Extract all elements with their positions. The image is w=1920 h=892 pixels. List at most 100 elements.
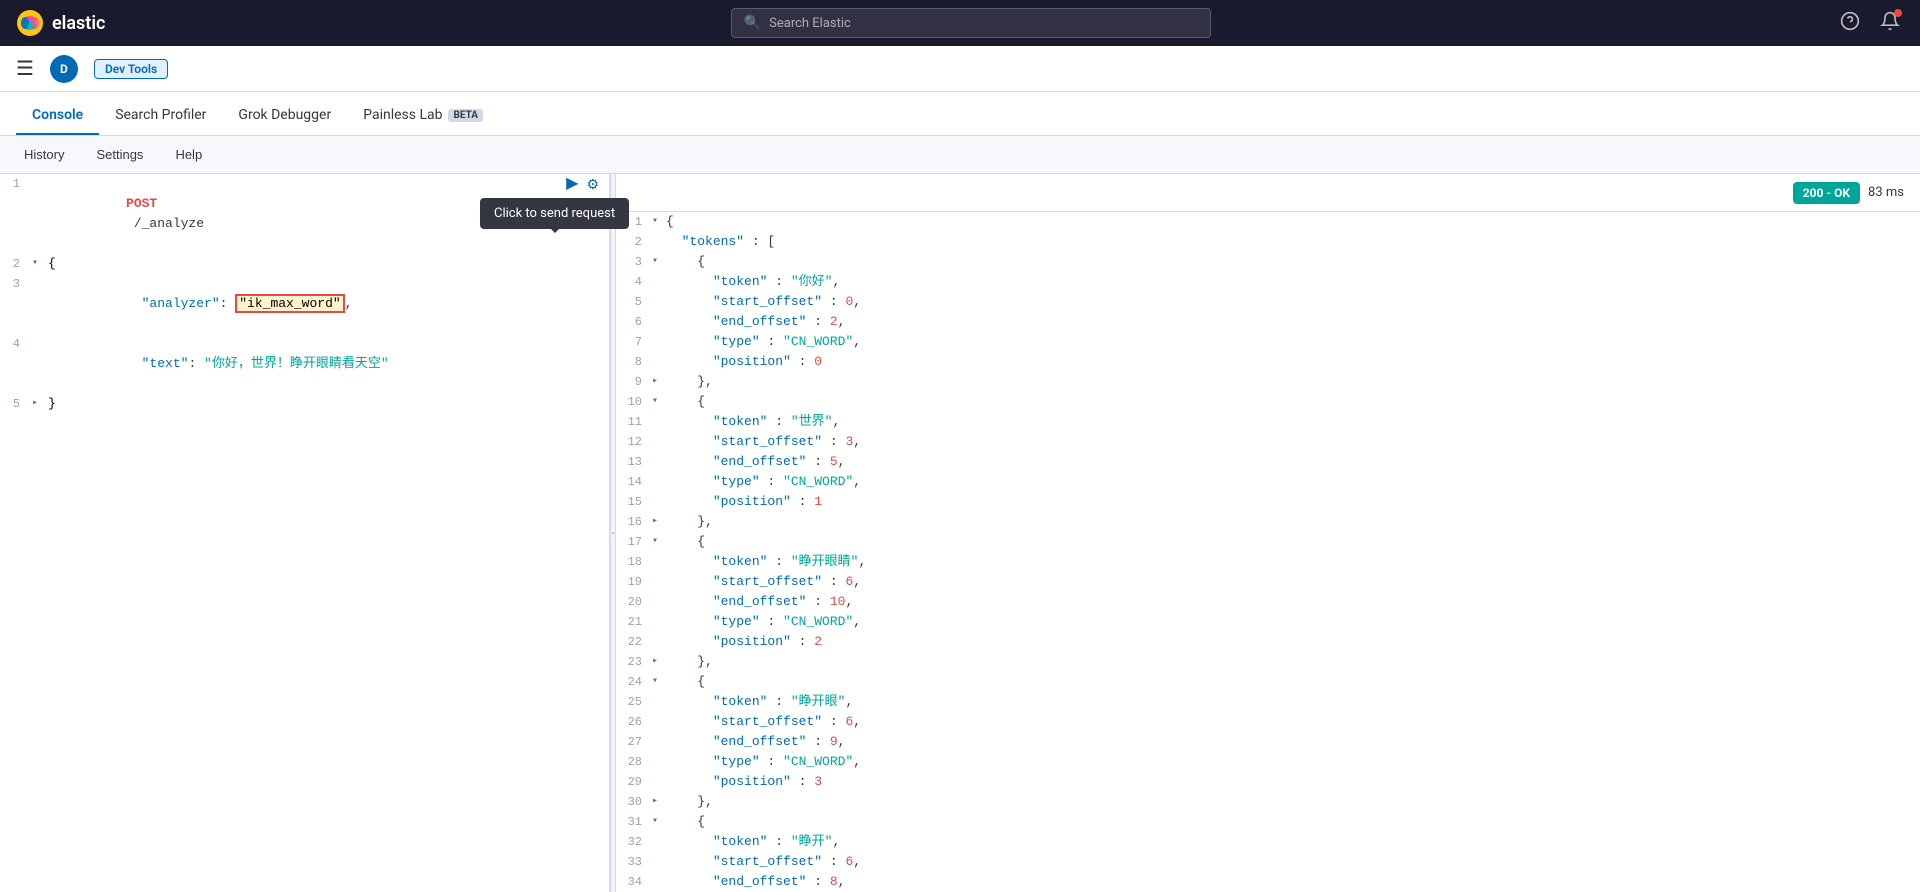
resp-line-17: 17 ▾ { [616, 532, 1920, 552]
tab-grok-debugger[interactable]: Grok Debugger [222, 97, 347, 135]
resp-num-18: 18 [616, 552, 652, 572]
resp-code-22: "position" : 2 [666, 632, 1920, 652]
resp-code-3: { [666, 252, 1920, 272]
resp-arrow-10[interactable]: ▾ [652, 392, 666, 412]
line-num-3: 3 [0, 274, 32, 294]
history-button[interactable]: History [16, 143, 72, 166]
line-code-4: "text": "你好，世界！睁开眼睛看天空" [48, 334, 609, 394]
resp-arrow-17[interactable]: ▾ [652, 532, 666, 552]
resp-arrow-23[interactable]: ▸ [652, 652, 666, 672]
run-button[interactable]: ▶ [564, 174, 580, 194]
resp-line-14: 14 "type" : "CN_WORD", [616, 472, 1920, 492]
method-keyword: POST [126, 196, 157, 211]
search-bar[interactable]: 🔍 Search Elastic [731, 8, 1211, 38]
resp-num-19: 19 [616, 572, 652, 592]
resp-code-21: "type" : "CN_WORD", [666, 612, 1920, 632]
resp-line-7: 7 "type" : "CN_WORD", [616, 332, 1920, 352]
resp-code-34: "end_offset" : 8, [666, 872, 1920, 892]
nav-icons [1836, 7, 1904, 40]
resp-code-29: "position" : 3 [666, 772, 1920, 792]
elastic-logo-icon [16, 9, 44, 37]
line-arrow-5[interactable]: ▸ [32, 394, 48, 414]
resp-line-20: 20 "end_offset" : 10, [616, 592, 1920, 612]
copy-as-curl-button[interactable]: ⚙ [584, 175, 601, 193]
tab-painless-lab-label: Painless Lab [363, 107, 442, 123]
resp-code-19: "start_offset" : 6, [666, 572, 1920, 592]
resp-code-23: }, [666, 652, 1920, 672]
resp-arrow-30[interactable]: ▸ [652, 792, 666, 812]
response-content[interactable]: 1 ▾ { 2 "tokens" : [ 3 ▾ { 4 "token [616, 212, 1920, 892]
resp-line-29: 29 "position" : 3 [616, 772, 1920, 792]
resp-line-23: 23 ▸ }, [616, 652, 1920, 672]
resp-num-12: 12 [616, 432, 652, 452]
resp-arrow-31[interactable]: ▾ [652, 812, 666, 832]
status-badge: 200 - OK [1793, 182, 1860, 204]
line-num-4: 4 [0, 334, 32, 354]
line-code-5: } [48, 394, 609, 414]
resp-arrow-9[interactable]: ▸ [652, 372, 666, 392]
resp-line-34: 34 "end_offset" : 8, [616, 872, 1920, 892]
resp-line-4: 4 "token" : "你好", [616, 272, 1920, 292]
resp-num-10: 10 [616, 392, 652, 412]
settings-button[interactable]: Settings [88, 143, 151, 166]
resp-line-12: 12 "start_offset" : 3, [616, 432, 1920, 452]
line-code-2: { [48, 254, 609, 274]
resp-num-4: 4 [616, 272, 652, 292]
notification-icon-btn[interactable] [1876, 7, 1904, 40]
time-badge: 83 ms [1868, 185, 1904, 200]
line-arrow-2[interactable]: ▾ [32, 254, 48, 274]
resp-code-20: "end_offset" : 10, [666, 592, 1920, 612]
resp-code-11: "token" : "世界", [666, 412, 1920, 432]
resp-num-15: 15 [616, 492, 652, 512]
resp-num-20: 20 [616, 592, 652, 612]
tab-console[interactable]: Console [16, 97, 99, 135]
resp-num-28: 28 [616, 752, 652, 772]
tab-search-profiler-label: Search Profiler [115, 107, 206, 123]
analyzer-key: "analyzer" [142, 296, 220, 311]
resp-num-31: 31 [616, 812, 652, 832]
logo-text: elastic [52, 13, 105, 34]
resp-arrow-24[interactable]: ▾ [652, 672, 666, 692]
tab-search-profiler[interactable]: Search Profiler [99, 97, 222, 135]
beta-badge: BETA [448, 109, 483, 122]
resp-arrow-16[interactable]: ▸ [652, 512, 666, 532]
resp-code-32: "token" : "睁开", [666, 832, 1920, 852]
line-num-2: 2 [0, 254, 32, 274]
editor-content[interactable]: 1 POST /_analyze ▶ ⚙ 2 ▾ { 3 [0, 174, 609, 892]
resp-code-27: "end_offset" : 9, [666, 732, 1920, 752]
resp-line-32: 32 "token" : "睁开", [616, 832, 1920, 852]
resp-code-4: "token" : "你好", [666, 272, 1920, 292]
resp-line-25: 25 "token" : "睁开眼", [616, 692, 1920, 712]
resp-code-33: "start_offset" : 6, [666, 852, 1920, 872]
editor-line-3: 3 "analyzer": "ik_max_word", [0, 274, 609, 334]
resp-num-32: 32 [616, 832, 652, 852]
help-icon-btn[interactable] [1836, 7, 1864, 40]
resp-code-28: "type" : "CN_WORD", [666, 752, 1920, 772]
resp-arrow-1[interactable]: ▾ [652, 212, 666, 232]
resp-code-9: }, [666, 372, 1920, 392]
tooltip-container: Click to send request [480, 198, 629, 229]
resp-code-5: "start_offset" : 0, [666, 292, 1920, 312]
resp-num-24: 24 [616, 672, 652, 692]
elastic-logo[interactable]: elastic [16, 9, 105, 37]
tab-painless-lab[interactable]: Painless Lab BETA [347, 97, 499, 135]
line-num-5: 5 [0, 394, 32, 414]
resp-line-3: 3 ▾ { [616, 252, 1920, 272]
dev-tools-breadcrumb[interactable]: Dev Tools [94, 59, 168, 79]
avatar: D [50, 55, 78, 83]
resp-code-10: { [666, 392, 1920, 412]
text-value: "你好，世界！睁开眼睛看天空" [204, 356, 389, 371]
resp-line-19: 19 "start_offset" : 6, [616, 572, 1920, 592]
resp-arrow-3[interactable]: ▾ [652, 252, 666, 272]
resp-line-10: 10 ▾ { [616, 392, 1920, 412]
resp-num-3: 3 [616, 252, 652, 272]
hamburger-button[interactable]: ☰ [16, 56, 34, 81]
resp-num-29: 29 [616, 772, 652, 792]
resp-code-17: { [666, 532, 1920, 552]
response-pane: 200 - OK 83 ms 1 ▾ { 2 "tokens" : [ 3 ▾ … [616, 174, 1920, 892]
main-content: Click to send request 1 POST /_analyze ▶… [0, 174, 1920, 892]
resp-line-13: 13 "end_offset" : 5, [616, 452, 1920, 472]
tabs-bar: Console Search Profiler Grok Debugger Pa… [0, 92, 1920, 136]
help-button[interactable]: Help [167, 143, 210, 166]
resp-code-26: "start_offset" : 6, [666, 712, 1920, 732]
